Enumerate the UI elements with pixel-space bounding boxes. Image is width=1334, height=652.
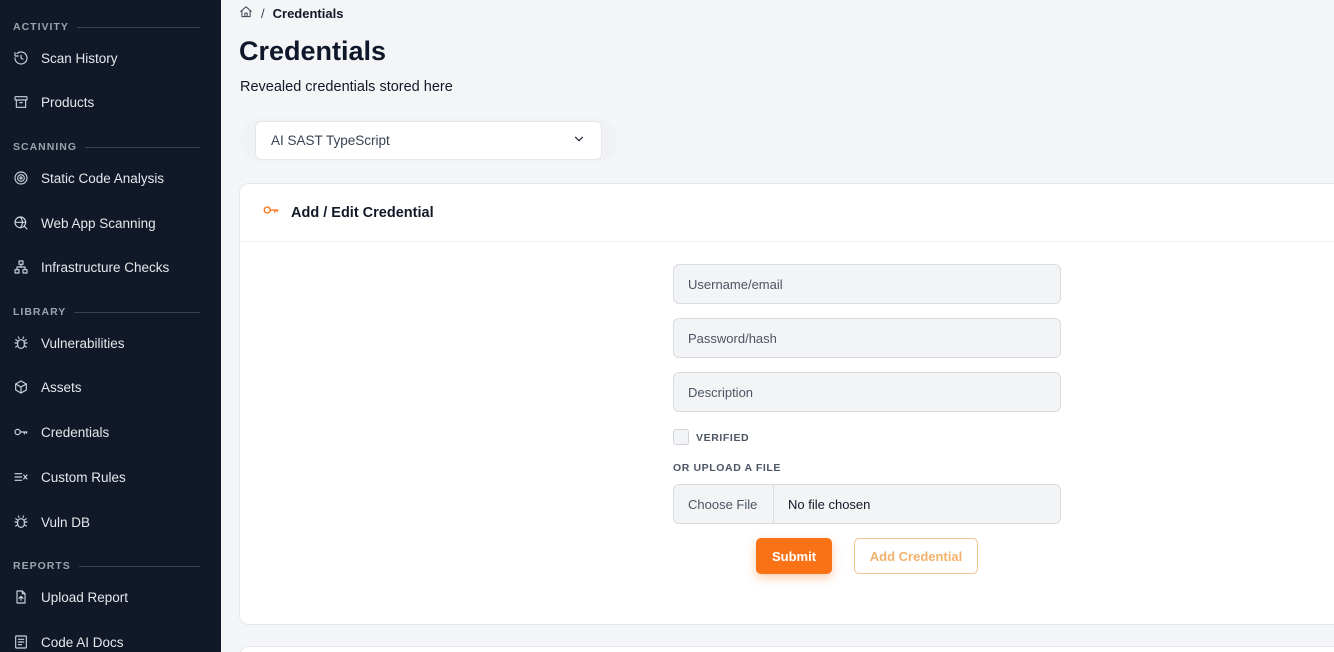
file-input[interactable]: Choose File No file chosen: [673, 484, 1061, 524]
sidebar-item-custom-rules[interactable]: Custom Rules: [13, 463, 208, 491]
add-credential-button[interactable]: Add Credential: [854, 538, 978, 574]
key-icon: [13, 424, 29, 440]
sidebar-item-vulnerabilities[interactable]: Vulnerabilities: [13, 329, 208, 357]
product-select-value: AI SAST TypeScript: [271, 133, 390, 148]
target-icon: [13, 170, 29, 186]
description-input[interactable]: [673, 372, 1061, 412]
sidebar-item-upload-report[interactable]: Upload Report: [13, 583, 208, 611]
sidebar-item-static-code-analysis[interactable]: Static Code Analysis: [13, 164, 208, 192]
credentials-list-card: [239, 646, 1334, 652]
sidebar-item-scan-history[interactable]: Scan History: [13, 44, 208, 72]
sidebar: ACTIVITY Scan History Products SCANNING …: [0, 0, 221, 652]
rules-icon: [13, 469, 29, 485]
section-label-scanning: SCANNING: [13, 141, 200, 153]
sidebar-item-infrastructure-checks[interactable]: Infrastructure Checks: [13, 253, 208, 281]
bug-icon: [13, 335, 29, 351]
section-label-activity: ACTIVITY: [13, 21, 200, 33]
username-input[interactable]: [673, 264, 1061, 304]
history-icon: [13, 50, 29, 66]
choose-file-button[interactable]: Choose File: [674, 485, 774, 523]
key-icon: [262, 201, 291, 224]
section-label-library: LIBRARY: [13, 306, 200, 318]
breadcrumb: / Credentials: [239, 5, 343, 21]
verified-label: VERIFIED: [696, 432, 750, 444]
file-status: No file chosen: [788, 496, 871, 512]
chevron-down-icon: [572, 132, 586, 149]
verified-checkbox[interactable]: [673, 429, 689, 445]
network-icon: [13, 259, 29, 275]
cube-icon: [13, 379, 29, 395]
section-label-reports: REPORTS: [13, 560, 200, 572]
password-input[interactable]: [673, 318, 1061, 358]
archive-icon: [13, 94, 29, 110]
document-icon: [13, 634, 29, 650]
page-title: Credentials: [239, 36, 387, 66]
sidebar-item-web-app-scanning[interactable]: Web App Scanning: [13, 209, 208, 237]
bug-icon: [13, 514, 29, 530]
sidebar-item-credentials[interactable]: Credentials: [13, 418, 208, 446]
card-header: Add / Edit Credential: [240, 184, 1334, 242]
sidebar-item-products[interactable]: Products: [13, 88, 208, 116]
upload-label: OR UPLOAD A FILE: [673, 462, 781, 474]
breadcrumb-current: Credentials: [272, 5, 344, 21]
sidebar-item-code-ai-docs[interactable]: Code AI Docs: [13, 628, 208, 652]
sidebar-item-vuln-db[interactable]: Vuln DB: [13, 508, 208, 536]
page-subtitle: Revealed credentials stored here: [240, 79, 453, 95]
breadcrumb-separator: /: [261, 5, 265, 21]
product-select[interactable]: AI SAST TypeScript: [255, 121, 602, 160]
sidebar-item-assets[interactable]: Assets: [13, 373, 208, 401]
file-upload-icon: [13, 589, 29, 605]
home-icon[interactable]: [239, 5, 253, 22]
card-title: Add / Edit Credential: [291, 204, 434, 221]
submit-button[interactable]: Submit: [756, 538, 832, 574]
globe-search-icon: [13, 215, 29, 231]
